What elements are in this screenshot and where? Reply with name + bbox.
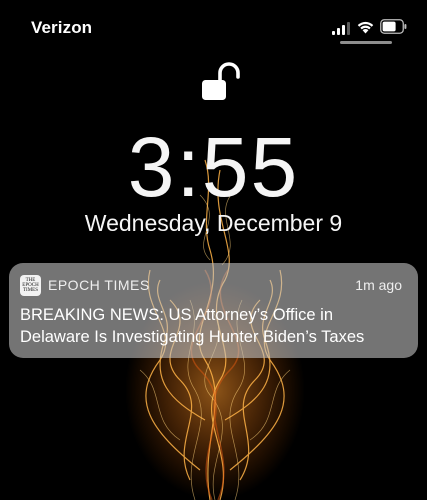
notification-card[interactable]: THE EPOCH TIMES EPOCH TIMES 1m ago BREAK… bbox=[9, 263, 418, 358]
epoch-times-app-icon: THE EPOCH TIMES bbox=[20, 275, 41, 296]
notification-message-line: Delaware Is Investigating Hunter Biden’s… bbox=[20, 328, 365, 346]
status-bar: Verizon bbox=[0, 0, 427, 50]
notification-app-name: EPOCH TIMES bbox=[48, 277, 150, 293]
carrier-label: Verizon bbox=[31, 18, 93, 37]
lock-screen-date: Wednesday, December 9 bbox=[84, 210, 343, 236]
lock-screen-time: 3:55 bbox=[127, 120, 300, 214]
notification-message-line: BREAKING NEWS: US Attorney’s Office in bbox=[20, 306, 333, 324]
battery-icon bbox=[380, 19, 407, 34]
app-icon-text-line: TIMES bbox=[23, 288, 38, 293]
control-center-indicator[interactable] bbox=[340, 41, 392, 44]
notification-message: BREAKING NEWS: US Attorney’s Office in D… bbox=[20, 304, 410, 348]
cellular-signal-icon bbox=[332, 21, 352, 35]
unlocked-padlock-icon bbox=[202, 62, 240, 100]
wifi-icon bbox=[357, 21, 374, 34]
notification-timestamp: 1m ago bbox=[355, 277, 402, 293]
